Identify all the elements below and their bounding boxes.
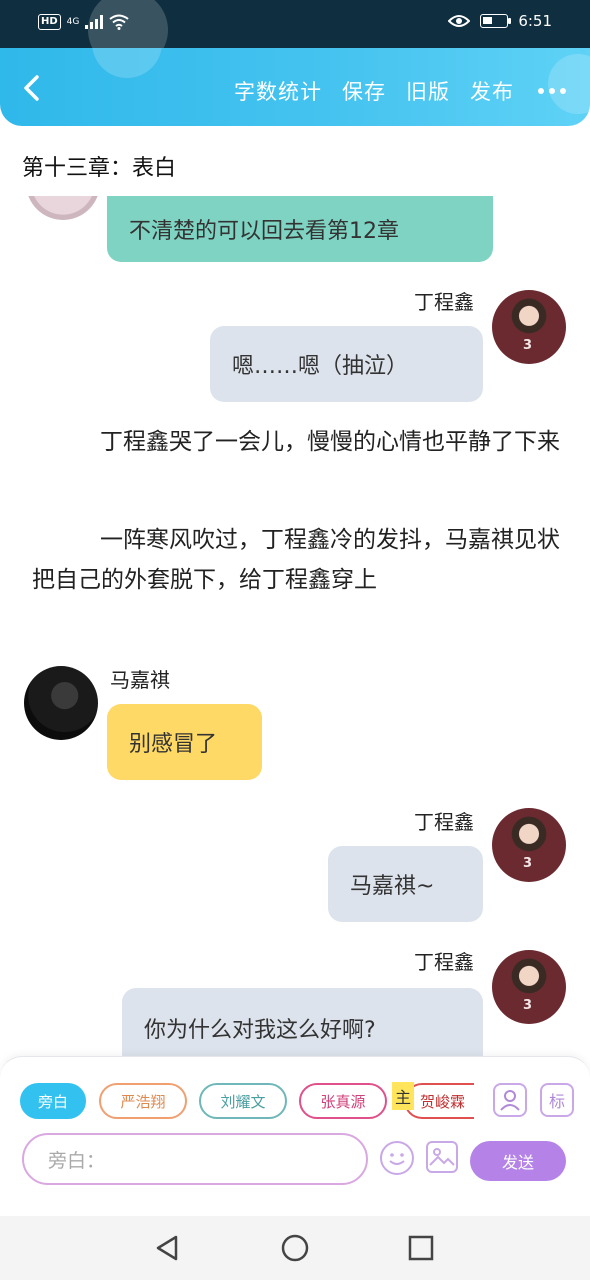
chapter-title[interactable]: 第十三章：表白 <box>22 150 176 182</box>
status-bar: HD 4G 6:51 <box>0 0 590 70</box>
avatar[interactable] <box>24 666 98 740</box>
emoji-icon[interactable] <box>380 1141 414 1175</box>
narration-text[interactable]: 丁程鑫哭了一会儿，慢慢的心情也平静了下来 <box>32 422 562 462</box>
network-type: 4G <box>66 17 80 27</box>
status-right: 6:51 <box>448 12 552 30</box>
send-button[interactable]: 发送 <box>470 1141 566 1181</box>
toolbar-actions: 字数统计 保存 旧版 发布 <box>234 76 566 106</box>
narration-text[interactable]: 一阵寒风吹过，丁程鑫冷的发抖，马嘉祺见状把自己的外套脱下，给丁程鑫穿上 <box>32 520 562 600</box>
word-count-button[interactable]: 字数统计 <box>234 76 322 106</box>
editor-toolbar: 字数统计 保存 旧版 发布 <box>0 48 590 126</box>
chat-bubble[interactable]: 别感冒了 <box>107 704 262 780</box>
chat-bubble[interactable]: 不清楚的可以回去看第12章 <box>107 196 493 262</box>
avatar[interactable] <box>492 950 566 1024</box>
clock: 6:51 <box>518 12 552 30</box>
main-role-badge: 主 <box>392 1082 414 1110</box>
signal-icon <box>85 15 104 29</box>
speaker-name: 丁程鑫 <box>414 810 474 834</box>
role-chip-he[interactable]: 贺峻霖 <box>404 1083 474 1119</box>
recents-square-icon[interactable] <box>406 1233 436 1263</box>
message-input[interactable]: 旁白： <box>22 1133 368 1185</box>
speaker-name: 丁程鑫 <box>414 950 474 974</box>
mark-button[interactable]: 标 <box>540 1083 574 1117</box>
role-chip-liu[interactable]: 刘耀文 <box>199 1083 287 1119</box>
old-version-button[interactable]: 旧版 <box>406 76 450 106</box>
chevron-left-icon[interactable] <box>16 72 48 104</box>
input-panel: 旁白 严浩翔 刘耀文 张真源 贺峻霖 标 旁白： 发送 <box>0 1056 590 1216</box>
chat-area[interactable]: 不清楚的可以回去看第12章 丁程鑫 嗯……嗯（抽泣） 丁程鑫哭了一会儿，慢慢的心… <box>0 196 590 1058</box>
system-nav-bar <box>0 1216 590 1280</box>
decoration-bubble <box>92 48 162 78</box>
chat-bubble[interactable]: 嗯……嗯（抽泣） <box>210 326 483 402</box>
battery-icon <box>480 14 512 28</box>
wifi-icon <box>109 14 129 30</box>
chat-bubble[interactable]: 马嘉祺~ <box>328 846 483 922</box>
person-icon[interactable] <box>493 1083 527 1117</box>
hd-badge: HD <box>38 14 61 30</box>
back-triangle-icon[interactable] <box>152 1233 182 1263</box>
publish-button[interactable]: 发布 <box>470 76 514 106</box>
save-button[interactable]: 保存 <box>342 76 386 106</box>
more-horizontal-icon[interactable] <box>538 88 566 94</box>
role-chip-yan[interactable]: 严浩翔 <box>99 1083 187 1119</box>
image-icon[interactable] <box>426 1141 458 1173</box>
role-chip-narrator[interactable]: 旁白 <box>20 1083 86 1119</box>
avatar[interactable] <box>492 808 566 882</box>
avatar[interactable] <box>492 290 566 364</box>
role-chip-zhang[interactable]: 张真源 <box>299 1083 387 1119</box>
speaker-name: 马嘉祺 <box>110 668 170 692</box>
chat-bubble[interactable]: 你为什么对我这么好啊? <box>122 988 483 1058</box>
home-circle-icon[interactable] <box>280 1233 310 1263</box>
status-left: HD 4G <box>38 14 129 30</box>
speaker-name: 丁程鑫 <box>414 290 474 314</box>
eye-icon <box>448 15 471 27</box>
avatar[interactable] <box>26 196 100 220</box>
